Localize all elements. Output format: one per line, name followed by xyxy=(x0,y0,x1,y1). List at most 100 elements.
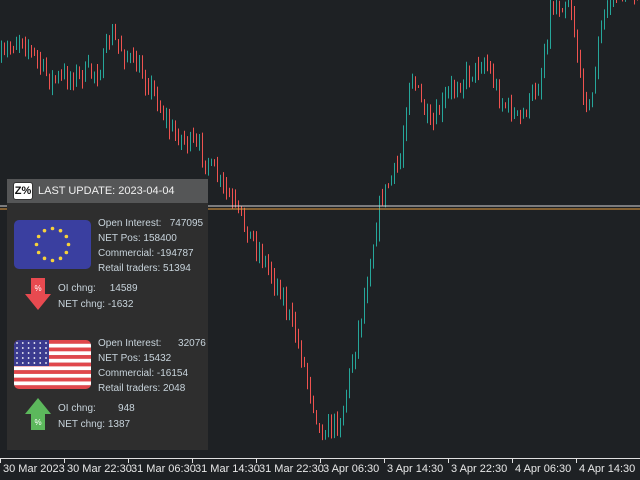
candle xyxy=(154,80,155,97)
retail-traders: Retail traders: 2048 xyxy=(98,383,186,394)
candle xyxy=(16,36,17,50)
candle xyxy=(394,162,395,184)
candle xyxy=(262,243,263,269)
candle xyxy=(373,244,374,269)
candle xyxy=(475,62,476,83)
candle xyxy=(211,158,212,166)
candle xyxy=(421,83,422,103)
candle xyxy=(136,50,137,72)
candle xyxy=(265,255,266,268)
retail-traders: Retail traders: 51394 xyxy=(98,263,191,274)
candle xyxy=(70,71,71,91)
candle xyxy=(49,73,50,90)
candle xyxy=(292,302,293,327)
candle xyxy=(415,76,416,91)
candle xyxy=(130,52,131,64)
candle xyxy=(376,222,377,247)
time-axis: 30 Mar 2023 30 Mar 22:30 31 Mar 06:30 31… xyxy=(0,458,640,480)
time-tick: 3 Apr 06:30 xyxy=(319,458,380,475)
candle xyxy=(127,50,128,63)
candle xyxy=(298,328,299,349)
candle xyxy=(196,133,197,147)
candle xyxy=(199,133,200,151)
candle xyxy=(430,104,431,125)
candle xyxy=(148,77,149,95)
candle xyxy=(106,33,107,54)
candle xyxy=(340,417,341,438)
candle xyxy=(91,63,92,79)
candle xyxy=(250,231,251,239)
candle xyxy=(175,120,176,142)
candle xyxy=(187,136,188,154)
candle xyxy=(184,130,185,145)
time-tick: 3 Apr 22:30 xyxy=(447,458,508,475)
candle xyxy=(571,0,572,21)
time-tick: 31 Mar 06:30 xyxy=(128,458,196,475)
open-interest-value: 747095 xyxy=(169,218,204,229)
candle xyxy=(568,0,569,8)
candle xyxy=(337,411,338,436)
candle xyxy=(634,0,635,5)
candle xyxy=(226,176,227,200)
candle xyxy=(160,100,161,114)
cot-panel: Z% LAST UPDATE: 2023-04-04 Open Interest… xyxy=(7,179,208,450)
candle xyxy=(586,91,587,113)
candle xyxy=(163,105,164,121)
candle xyxy=(391,175,392,186)
candle xyxy=(481,61,482,74)
candle xyxy=(22,38,23,49)
candle xyxy=(109,35,110,50)
candle xyxy=(217,156,218,183)
time-tick: 30 Mar 22:30 xyxy=(64,458,132,475)
candle xyxy=(466,61,467,90)
candle xyxy=(313,395,314,414)
last-update: LAST UPDATE: 2023-04-04 xyxy=(38,185,175,197)
candle xyxy=(82,70,83,89)
candle xyxy=(133,47,134,63)
candle xyxy=(52,70,53,96)
candle xyxy=(73,72,74,91)
time-tick: 31 Mar 22:30 xyxy=(256,458,324,475)
candle xyxy=(121,35,122,52)
candle xyxy=(562,8,563,13)
candle xyxy=(427,103,428,124)
candle xyxy=(178,128,179,146)
arrow-up-icon: % xyxy=(25,398,51,430)
candle xyxy=(526,109,527,118)
candle xyxy=(100,69,101,81)
candle xyxy=(616,0,617,3)
candle xyxy=(307,362,308,390)
candle xyxy=(316,410,317,425)
candle xyxy=(103,48,104,79)
candle xyxy=(553,1,554,15)
candle xyxy=(31,45,32,58)
candle xyxy=(514,107,515,119)
open-interest-label: Open Interest: xyxy=(98,338,162,349)
eu-flag-icon xyxy=(14,220,91,269)
candle xyxy=(544,43,545,79)
candle xyxy=(79,66,80,80)
candle xyxy=(397,155,398,173)
candle xyxy=(589,99,590,111)
candle xyxy=(124,49,125,70)
candle xyxy=(451,75,452,100)
candle xyxy=(406,107,407,142)
candle xyxy=(37,50,38,69)
candle xyxy=(382,188,383,206)
candle xyxy=(529,93,530,119)
candle xyxy=(358,320,359,359)
candle xyxy=(508,97,509,113)
candle xyxy=(169,108,170,140)
candle xyxy=(604,9,605,30)
candle xyxy=(4,42,5,56)
candle xyxy=(412,73,413,89)
candle xyxy=(565,1,566,19)
candle xyxy=(487,54,488,72)
candle xyxy=(97,63,98,87)
candle xyxy=(310,376,311,404)
candle xyxy=(139,55,140,73)
candle xyxy=(442,92,443,123)
svg-text:%: % xyxy=(34,284,41,293)
svg-text:%: % xyxy=(34,418,41,427)
candle xyxy=(511,94,512,122)
